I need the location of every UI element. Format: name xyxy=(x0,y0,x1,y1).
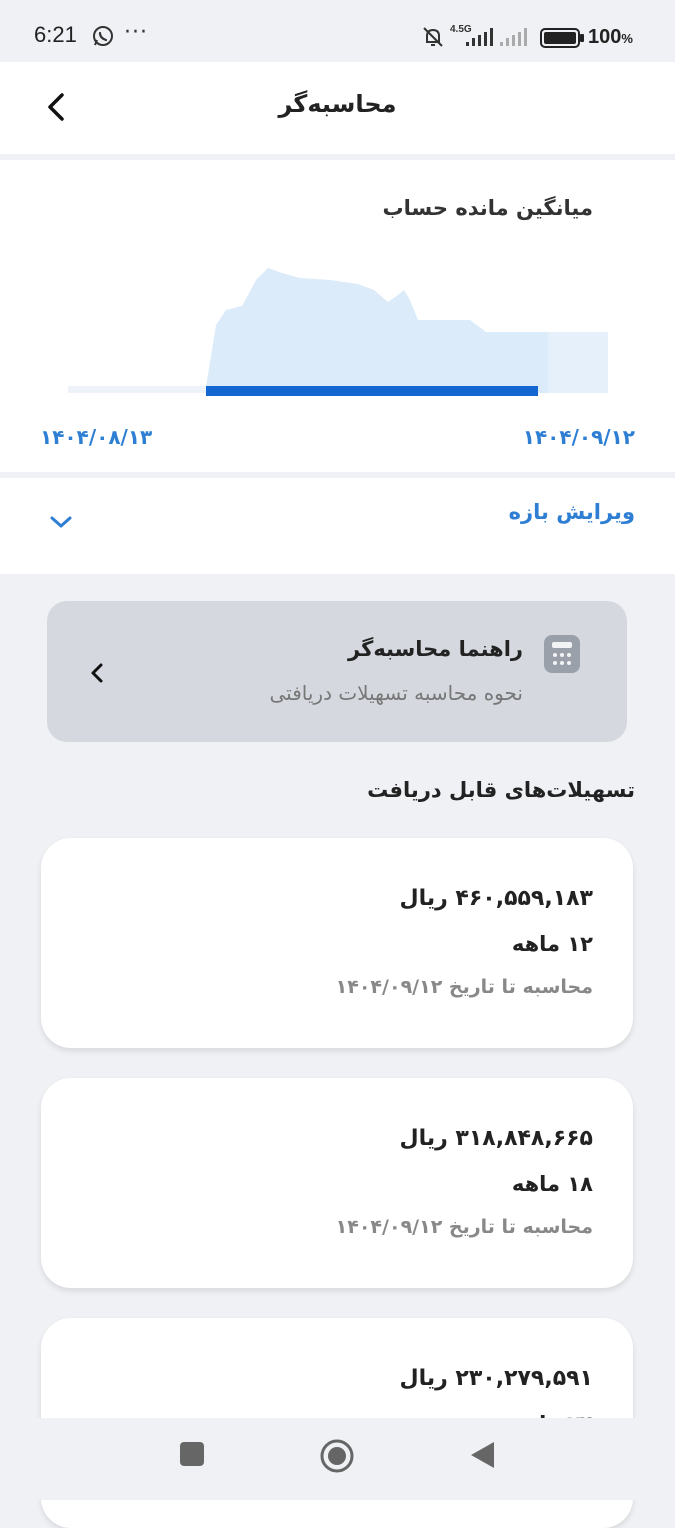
calculator-icon xyxy=(544,635,580,673)
system-nav-bar xyxy=(0,1418,675,1500)
loan-offer-card[interactable]: ۴۶۰,۵۵۹,۱۸۳ ریال ۱۲ ماهه محاسبه تا تاریخ… xyxy=(41,838,633,1048)
recents-button[interactable] xyxy=(178,1440,206,1472)
balance-chart-card: میانگین مانده حساب ۱۴۰۴/۰۸/۱۳ ۱۴۰۴/۰۹/۱۲ xyxy=(0,160,675,472)
more-notifications-icon: ··· xyxy=(124,20,148,45)
guide-title: راهنما محاسبه‌گر xyxy=(348,637,523,661)
calculator-guide-card[interactable]: راهنما محاسبه‌گر نحوه محاسبه تسهیلات دری… xyxy=(47,601,627,742)
signal-2-icon xyxy=(500,28,532,50)
offer-term: ۱۸ ماهه xyxy=(511,1172,593,1196)
signal-icon xyxy=(466,28,496,50)
notifications-off-icon xyxy=(421,25,445,53)
status-bar: 6:21 ··· 4.5G 100% xyxy=(0,0,675,62)
balance-area xyxy=(205,268,548,393)
home-button[interactable] xyxy=(319,1438,355,1478)
balance-area-tail xyxy=(548,332,608,393)
back-nav-button[interactable] xyxy=(468,1440,496,1474)
offer-date: محاسبه تا تاریخ ۱۴۰۴/۰۹/۱۲ xyxy=(335,976,593,998)
circle-icon xyxy=(320,1439,354,1473)
edit-range-toggle[interactable]: ویرایش بازه xyxy=(0,478,675,574)
range-start-date: ۱۴۰۴/۰۸/۱۳ xyxy=(40,425,153,449)
selected-range-bar[interactable] xyxy=(206,386,538,396)
offer-date: محاسبه تا تاریخ ۱۴۰۴/۰۹/۱۲ xyxy=(335,1216,593,1238)
chevron-left-icon xyxy=(91,663,103,683)
guide-subtitle: نحوه محاسبه تسهیلات دریافتی xyxy=(269,681,523,705)
status-time: 6:21 xyxy=(34,22,77,47)
offer-amount: ۲۳۰,۲۷۹,۵۹۱ ریال xyxy=(399,1366,593,1391)
battery-percent: 100% xyxy=(588,26,633,48)
balance-area-chart xyxy=(68,268,608,396)
triangle-back-icon xyxy=(471,1442,494,1468)
whatsapp-icon xyxy=(92,25,114,51)
app-header: محاسبه‌گر xyxy=(0,62,675,154)
section-title: تسهیلات‌های قابل دریافت xyxy=(367,778,635,802)
offer-amount: ۴۶۰,۵۵۹,۱۸۳ ریال xyxy=(399,886,593,911)
offer-amount: ۳۱۸,۸۴۸,۶۶۵ ریال xyxy=(399,1126,593,1151)
battery-icon xyxy=(540,27,586,53)
square-icon xyxy=(180,1442,204,1466)
range-end-date: ۱۴۰۴/۰۹/۱۲ xyxy=(522,425,635,449)
chevron-down-icon xyxy=(50,516,72,528)
page-title: محاسبه‌گر xyxy=(278,90,397,118)
loan-offer-card[interactable]: ۳۱۸,۸۴۸,۶۶۵ ریال ۱۸ ماهه محاسبه تا تاریخ… xyxy=(41,1078,633,1288)
offer-term: ۱۲ ماهه xyxy=(511,932,593,956)
edit-range-label: ویرایش بازه xyxy=(508,500,635,524)
